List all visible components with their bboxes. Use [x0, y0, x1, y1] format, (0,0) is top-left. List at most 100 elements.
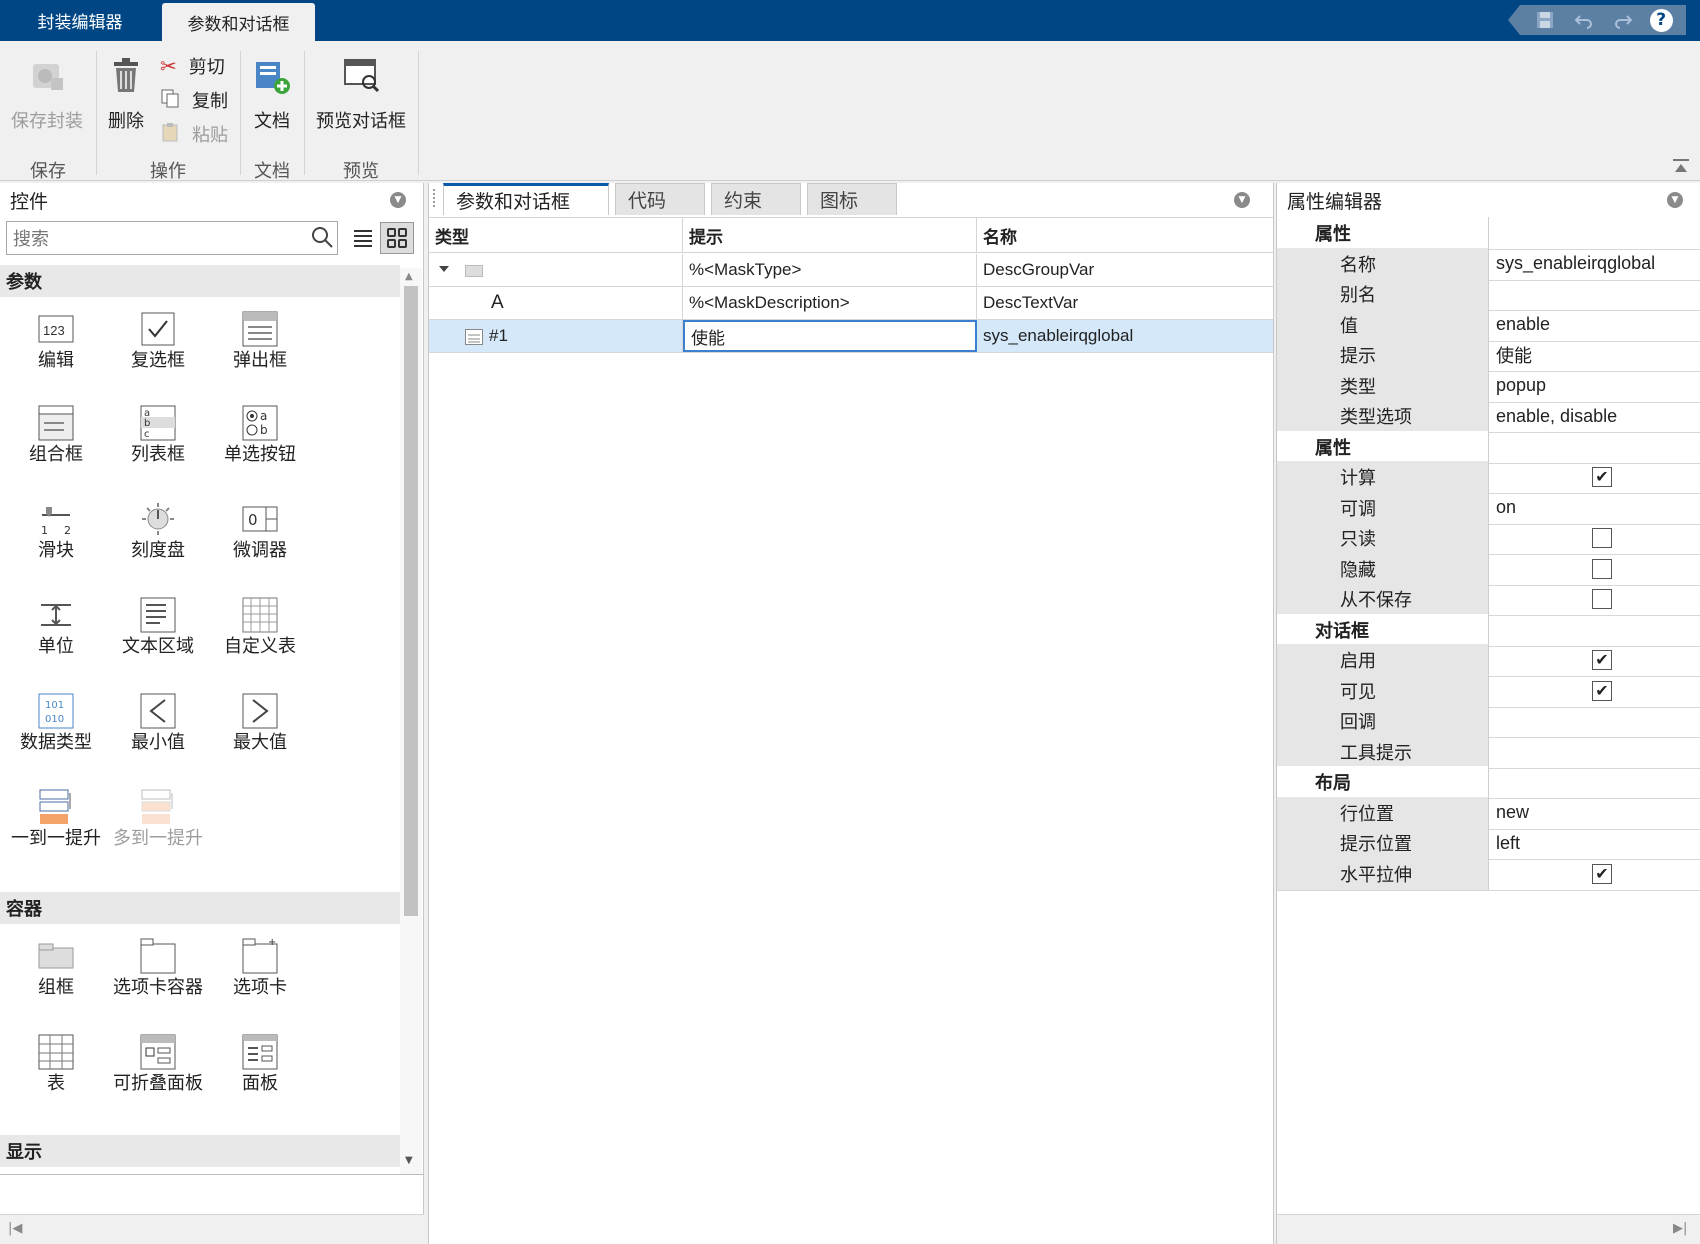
scroll-right-icon[interactable]: ▶|	[1673, 1221, 1687, 1236]
grid-view-icon[interactable]	[380, 222, 414, 254]
control-textarea[interactable]: 文本区域	[108, 597, 208, 659]
category-containers[interactable]: 容器	[0, 892, 400, 924]
property-row[interactable]: 回调	[1277, 705, 1700, 738]
control-radio[interactable]: ab 单选按钮	[210, 405, 310, 467]
column-prompt[interactable]: 提示	[683, 218, 977, 253]
control-custom-table[interactable]: 自定义表	[210, 597, 310, 659]
category-parameters[interactable]: 参数	[0, 265, 400, 297]
property-checkbox[interactable]	[1592, 528, 1612, 548]
column-type[interactable]: 类型	[429, 218, 683, 253]
prompt-cell[interactable]: %<MaskType>	[683, 254, 977, 286]
property-row[interactable]: 计算 ✔	[1277, 461, 1700, 494]
control-tab-container[interactable]: 选项卡容器	[108, 938, 208, 1000]
control-promote-many[interactable]: 多到一提升	[108, 789, 208, 851]
left-horizontal-scrollbar[interactable]: |◀	[0, 1214, 424, 1244]
drag-handle-icon[interactable]	[433, 189, 437, 207]
property-group-header[interactable]: 属性	[1277, 217, 1700, 250]
property-row[interactable]: 提示位置 left	[1277, 827, 1700, 860]
search-icon[interactable]	[310, 225, 334, 249]
property-group-header[interactable]: 布局	[1277, 766, 1700, 799]
property-value[interactable]	[1490, 278, 1700, 310]
right-horizontal-scrollbar[interactable]: ▶|	[1277, 1214, 1700, 1244]
table-row[interactable]: A %<MaskDescription> DescTextVar	[429, 287, 1273, 320]
prompt-cell[interactable]: %<MaskDescription>	[683, 287, 977, 319]
undo-icon[interactable]	[1572, 8, 1596, 32]
control-max[interactable]: 最大值	[210, 693, 310, 755]
property-value[interactable]: on	[1490, 492, 1700, 524]
name-cell[interactable]: DescTextVar	[977, 287, 1273, 319]
control-checkbox[interactable]: 复选框	[108, 311, 208, 373]
tab-constraints[interactable]: 约束	[711, 183, 801, 215]
control-datatype[interactable]: 101 010 数据类型	[6, 693, 106, 755]
property-value[interactable]: 使能	[1490, 339, 1700, 371]
control-tab[interactable]: + 选项卡	[210, 938, 310, 1000]
name-cell[interactable]: sys_enableirqglobal	[977, 320, 1273, 352]
control-min[interactable]: 最小值	[108, 693, 208, 755]
property-row[interactable]: 行位置 new	[1277, 796, 1700, 830]
control-groupbox[interactable]: 组框	[6, 938, 106, 1000]
table-row-selected[interactable]: #1 使能 sys_enableirqglobal	[429, 320, 1273, 353]
control-table[interactable]: 表	[6, 1034, 106, 1096]
property-checkbox[interactable]	[1592, 589, 1612, 609]
search-input[interactable]: 搜索	[6, 221, 338, 255]
property-row[interactable]: 值 enable	[1277, 308, 1700, 342]
property-value[interactable]: new	[1490, 797, 1700, 829]
property-row[interactable]: 从不保存	[1277, 583, 1700, 616]
copy-button[interactable]: 复制	[160, 83, 228, 117]
property-value[interactable]	[1490, 705, 1700, 737]
property-row[interactable]: 类型 popup	[1277, 369, 1700, 403]
documentation-button[interactable]: 文档	[250, 56, 294, 133]
property-row[interactable]: 提示 使能	[1277, 339, 1700, 372]
property-checkbox[interactable]: ✔	[1592, 467, 1612, 487]
category-display[interactable]: 显示	[0, 1135, 400, 1167]
control-edit[interactable]: 123 编辑	[6, 311, 106, 373]
tab-params-dialog[interactable]: 参数和对话框	[443, 183, 609, 215]
control-slider[interactable]: 12 滑块	[6, 501, 106, 563]
paste-button[interactable]: 粘贴	[160, 117, 228, 151]
property-group-header[interactable]: 属性	[1277, 430, 1700, 464]
name-cell[interactable]: DescGroupVar	[977, 254, 1273, 286]
property-checkbox[interactable]: ✔	[1592, 863, 1612, 884]
tab-code[interactable]: 代码	[615, 183, 705, 215]
table-row[interactable]: %<MaskType> DescGroupVar	[429, 254, 1273, 287]
property-row[interactable]: 可见 ✔	[1277, 674, 1700, 708]
control-popup[interactable]: 弹出框	[210, 311, 310, 373]
property-value[interactable]	[1490, 736, 1700, 768]
scrollbar-thumb[interactable]	[404, 286, 418, 916]
control-spinner[interactable]: 0 微调器	[210, 501, 310, 563]
control-promote-one[interactable]: 一到一提升	[6, 789, 106, 851]
property-row[interactable]: 别名	[1277, 278, 1700, 311]
control-dial[interactable]: 刻度盘	[108, 501, 208, 563]
control-listbox[interactable]: abc 列表框	[108, 405, 208, 467]
help-icon[interactable]: ?	[1649, 8, 1673, 32]
panel-menu-icon[interactable]: ▼	[1667, 192, 1683, 208]
tab-icon-drawing[interactable]: 图标	[807, 183, 897, 215]
property-checkbox[interactable]: ✔	[1592, 680, 1612, 701]
tab-parameters-dialog[interactable]: 参数和对话框	[162, 3, 315, 41]
property-group-header[interactable]: 对话框	[1277, 613, 1700, 647]
property-row[interactable]: 只读	[1277, 522, 1700, 555]
scroll-left-icon[interactable]: |◀	[8, 1221, 22, 1236]
preview-dialog-button[interactable]: 预览对话框	[312, 56, 410, 133]
property-row[interactable]: 可调 on	[1277, 491, 1700, 525]
save-icon[interactable]	[1533, 8, 1557, 32]
property-row[interactable]: 水平拉伸 ✔	[1277, 857, 1700, 891]
prompt-cell-editing[interactable]: 使能	[683, 320, 977, 352]
save-mask-button[interactable]: 保存封装	[8, 56, 86, 133]
control-unit[interactable]: 单位	[6, 597, 106, 659]
property-value[interactable]: enable	[1490, 309, 1700, 341]
property-row[interactable]: 类型选项 enable, disable	[1277, 400, 1700, 433]
delete-button[interactable]: 删除	[104, 56, 148, 133]
property-row[interactable]: 启用 ✔	[1277, 644, 1700, 677]
collapse-toolstrip-icon[interactable]	[1672, 158, 1690, 174]
expand-caret-icon[interactable]	[439, 266, 449, 272]
cut-button[interactable]: ✂ 剪切	[160, 49, 228, 83]
property-value[interactable]: left	[1490, 827, 1700, 859]
property-row[interactable]: 工具提示	[1277, 735, 1700, 769]
panel-menu-icon[interactable]: ▼	[1234, 192, 1250, 208]
property-value[interactable]: popup	[1490, 370, 1700, 402]
property-row[interactable]: 隐藏	[1277, 552, 1700, 586]
panel-menu-icon[interactable]: ▼	[390, 192, 406, 208]
property-value[interactable]: enable, disable	[1490, 400, 1700, 432]
redo-icon[interactable]	[1611, 8, 1635, 32]
